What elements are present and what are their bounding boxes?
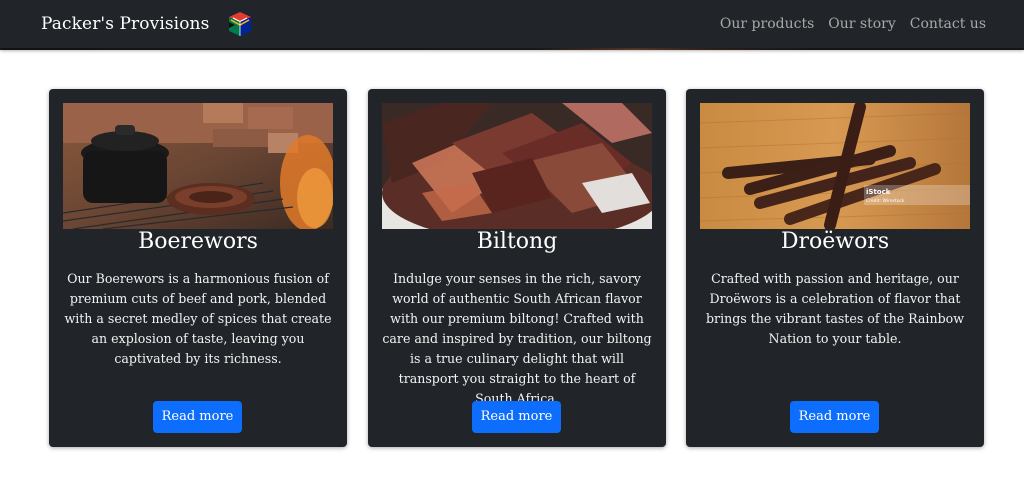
card-title: Biltong xyxy=(476,229,558,254)
navbar: Packer's Provisions Our products Our sto… xyxy=(0,0,1024,48)
brand-group: Packer's Provisions xyxy=(41,9,255,39)
product-card-boerewors: Boerewors Our Boerewors is a harmonious … xyxy=(49,89,347,447)
watermark-line2: Credit: Wirestock xyxy=(866,198,905,204)
south-africa-flag-cube-icon[interactable] xyxy=(225,9,255,39)
card-title: Boerewors xyxy=(138,229,258,254)
product-card-biltong: Biltong Indulge your senses in the rich,… xyxy=(368,89,666,447)
card-text: Indulge your senses in the rich, savory … xyxy=(382,271,652,406)
card-text: Crafted with passion and heritage, our D… xyxy=(705,271,964,346)
boerewors-on-grill-photo xyxy=(63,103,333,229)
brand-name[interactable]: Packer's Provisions xyxy=(41,14,209,34)
read-more-button[interactable]: Read more xyxy=(472,401,561,433)
product-card-droewors: iStock Credit: Wirestock Droëwors Crafte… xyxy=(686,89,984,447)
watermark-line1: iStock xyxy=(866,188,891,196)
read-more-button[interactable]: Read more xyxy=(153,401,242,433)
biltong-bowl-photo xyxy=(382,103,652,229)
droewors-sticks-photo: iStock Credit: Wirestock xyxy=(700,103,970,229)
nav-link-products[interactable]: Our products xyxy=(720,16,814,32)
card-title: Droëwors xyxy=(780,229,890,254)
nav-link-contact[interactable]: Contact us xyxy=(910,16,986,32)
card-text: Our Boerewors is a harmonious fusion of … xyxy=(64,271,332,366)
read-more-button[interactable]: Read more xyxy=(790,401,879,433)
nav-link-story[interactable]: Our story xyxy=(828,16,895,32)
nav-links: Our products Our story Contact us xyxy=(706,16,986,32)
